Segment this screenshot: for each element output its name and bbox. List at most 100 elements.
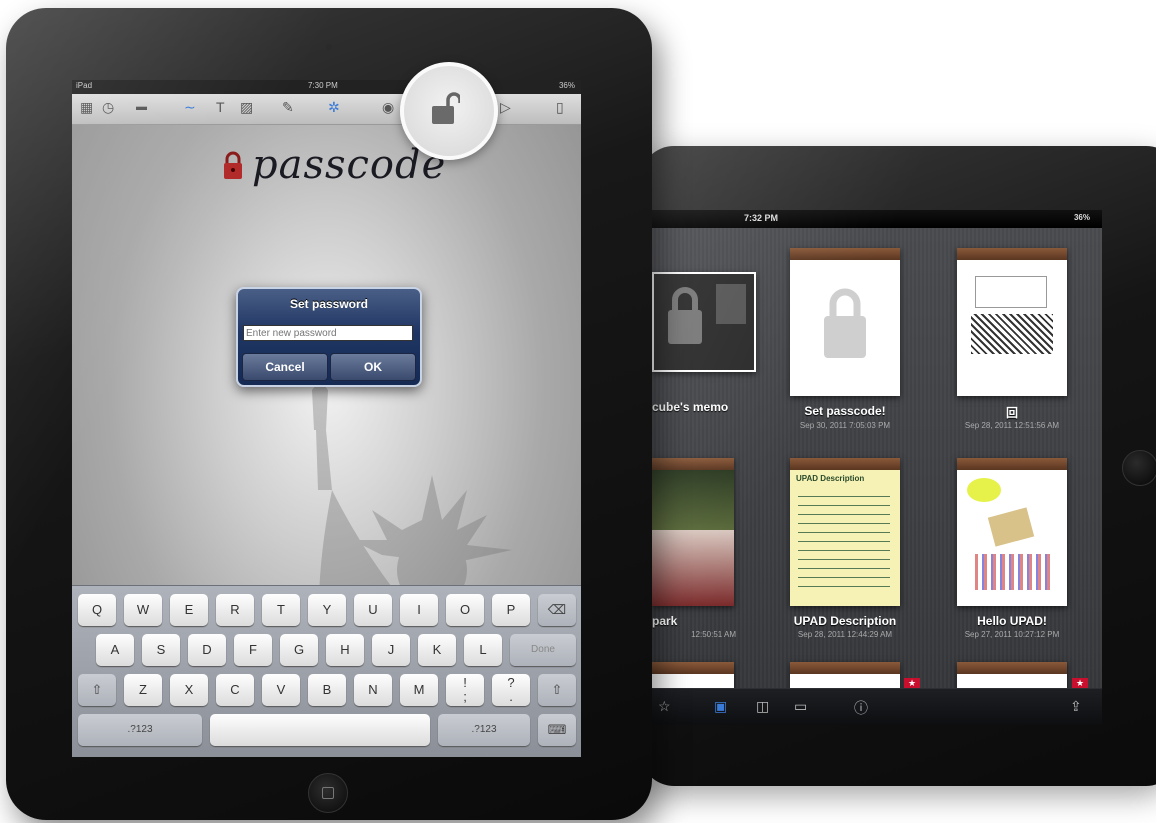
key-exclamation-top: !: [463, 675, 467, 690]
memo-title: park: [652, 614, 678, 628]
memo-title: 回: [1005, 406, 1018, 420]
handwritten-lines: [798, 488, 890, 588]
share-icon[interactable]: ⇪: [1070, 698, 1082, 715]
grid-view-icon[interactable]: ▣: [714, 698, 727, 715]
key-a[interactable]: A: [96, 634, 134, 666]
key-u[interactable]: U: [354, 594, 392, 626]
key-c[interactable]: C: [216, 674, 254, 706]
tile-binding: [790, 662, 900, 674]
tile-binding: [652, 662, 734, 674]
key-t[interactable]: T: [262, 594, 300, 626]
clock-icon[interactable]: ◷: [102, 99, 114, 116]
tile-binding: [957, 248, 1067, 260]
shift-key[interactable]: ⇧: [78, 674, 116, 706]
ok-button[interactable]: OK: [330, 353, 416, 381]
key-n[interactable]: N: [354, 674, 392, 706]
upad-heading: UPAD Description: [796, 474, 865, 483]
key-z[interactable]: Z: [124, 674, 162, 706]
memo-tile-sketch[interactable]: [957, 248, 1067, 396]
key-f[interactable]: F: [234, 634, 272, 666]
grid-icon[interactable]: ▦: [80, 99, 93, 116]
camera: [326, 44, 332, 50]
done-key[interactable]: Done: [510, 634, 576, 666]
key-r[interactable]: R: [216, 594, 254, 626]
key-question-top: ?: [507, 675, 515, 690]
memo-tile-set-passcode[interactable]: [790, 248, 900, 396]
sketch-scribble: [971, 314, 1053, 354]
unlock-icon[interactable]: [430, 92, 460, 124]
key-y[interactable]: Y: [308, 594, 346, 626]
key-g[interactable]: G: [280, 634, 318, 666]
key-w[interactable]: W: [124, 594, 162, 626]
list-view-icon[interactable]: ◫: [756, 698, 769, 715]
key-m[interactable]: M: [400, 674, 438, 706]
key-exclamation[interactable]: !;: [446, 674, 484, 706]
tile-binding: [790, 248, 900, 260]
key-l[interactable]: L: [464, 634, 502, 666]
key-question[interactable]: ?.: [492, 674, 530, 706]
hello-scribble: [975, 554, 1051, 590]
hide-keyboard-key[interactable]: ⌨: [538, 714, 576, 746]
front-ipad-screen: iPad 7:30 PM 36% ▦ ◷ ▬ ∼ T ▨ ✎ ✲ ◉ ▷ ▯ p…: [72, 80, 581, 757]
set-password-dialog: Set password Cancel OK: [236, 287, 422, 387]
tile-binding: [957, 458, 1067, 470]
key-v[interactable]: V: [262, 674, 300, 706]
image-icon[interactable]: ▨: [240, 99, 253, 116]
key-k[interactable]: K: [418, 634, 456, 666]
dialog-title: Set password: [289, 297, 369, 311]
home-button-square-icon: [322, 787, 334, 799]
memo-tile-upad-description[interactable]: UPAD Description: [790, 458, 900, 606]
text-icon[interactable]: T: [216, 99, 225, 115]
numbers-key-left[interactable]: .?123: [78, 714, 202, 746]
memo-tile-hello-upad[interactable]: [957, 458, 1067, 606]
key-p[interactable]: P: [492, 594, 530, 626]
space-key[interactable]: [210, 714, 430, 746]
memo-title: cube's memo: [652, 400, 729, 414]
key-e[interactable]: E: [170, 594, 208, 626]
editor-toolbar: ▦ ◷ ▬ ∼ T ▨ ✎ ✲ ◉ ▷ ▯: [72, 94, 581, 125]
park-photo-bottom: [652, 530, 734, 606]
status-battery: 36%: [558, 81, 575, 90]
play-icon[interactable]: ▷: [500, 99, 511, 116]
eraser-icon[interactable]: ✎: [282, 99, 294, 116]
pen-icon[interactable]: ∼: [184, 99, 196, 116]
memo-title: Set passcode!: [804, 404, 886, 418]
key-b[interactable]: B: [308, 674, 346, 706]
memo-date: 12:50:51 AM: [691, 630, 736, 639]
park-photo: [652, 470, 734, 530]
status-carrier: iPad: [76, 81, 93, 90]
memo-tile-cube[interactable]: [652, 272, 756, 372]
front-status-bar: iPad 7:30 PM 36%: [72, 80, 581, 94]
keyboard-icon[interactable]: ▬: [136, 101, 147, 113]
memo-thumbnail: [716, 284, 746, 324]
numbers-key-right[interactable]: .?123: [438, 714, 530, 746]
settings-icon[interactable]: ✲: [328, 99, 340, 116]
cancel-button[interactable]: Cancel: [242, 353, 328, 381]
tile-binding: [790, 458, 900, 470]
onscreen-keyboard: Q W E R T Y U I O P ⌫ A S D F G H J K L …: [72, 585, 581, 757]
key-j[interactable]: J: [372, 634, 410, 666]
backspace-key[interactable]: ⌫: [538, 594, 576, 626]
hello-drawing: [987, 507, 1035, 547]
key-d[interactable]: D: [188, 634, 226, 666]
password-input[interactable]: [243, 325, 413, 341]
info-icon[interactable]: ⓘ: [854, 698, 868, 718]
memo-tile-park[interactable]: [652, 458, 734, 606]
back-home-button: [1122, 450, 1156, 486]
eye-icon[interactable]: ◉: [382, 99, 394, 116]
cover-view-icon[interactable]: ▭: [794, 698, 807, 715]
logo-lock-icon: [224, 151, 242, 179]
key-exclamation-bottom: ;: [463, 689, 467, 704]
key-x[interactable]: X: [170, 674, 208, 706]
back-status-battery: 36%: [1073, 213, 1090, 222]
bookmark-icon[interactable]: ▯: [556, 99, 564, 116]
star-icon[interactable]: ☆: [658, 698, 671, 715]
key-s[interactable]: S: [142, 634, 180, 666]
key-h[interactable]: H: [326, 634, 364, 666]
key-q[interactable]: Q: [78, 594, 116, 626]
shift-key-right[interactable]: ⇧: [538, 674, 576, 706]
key-o[interactable]: O: [446, 594, 484, 626]
back-bottom-toolbar: ☆ ▣ ◫ ▭ ⓘ ⇪: [652, 688, 1102, 725]
key-i[interactable]: I: [400, 594, 438, 626]
memo-date: Sep 28, 2011 12:44:29 AM: [797, 630, 893, 639]
